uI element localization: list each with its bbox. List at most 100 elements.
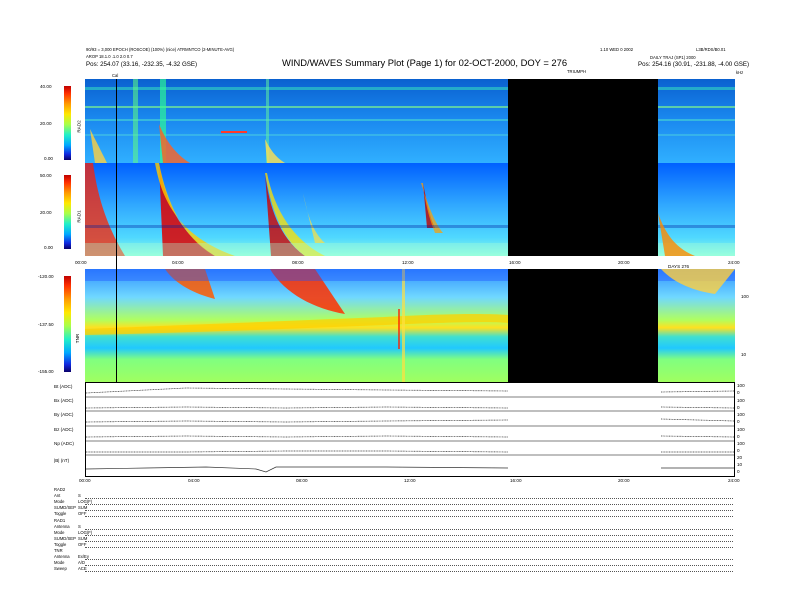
line-tick-5-0: 20 <box>737 455 743 460</box>
param-rule <box>85 504 733 505</box>
params-rad1-label-0: Antenna <box>54 524 70 529</box>
bottom-time-0: 00:00 <box>79 478 91 483</box>
line-label-3: Bz (ADC) <box>54 427 74 432</box>
rad2-data-gap <box>508 79 658 163</box>
header-right-line1b: L3B/RDS/B0.01 <box>696 47 726 52</box>
line-tick-3-1: 0 <box>737 434 740 439</box>
tnr-colorbar <box>64 276 71 372</box>
rad-time-2: 08:00 <box>292 260 304 265</box>
line-tick-0-0: 100 <box>737 383 745 388</box>
rad1-colorbar <box>64 175 71 249</box>
rad-time-3: 12:00 <box>402 260 414 265</box>
line-label-1: Bx (ADC) <box>54 398 74 403</box>
param-rule <box>85 535 733 536</box>
line-tick-2-0: 100 <box>737 412 745 417</box>
params-rad2-value-0: S <box>78 493 81 498</box>
params-rad2-label-1: Mode <box>54 499 65 504</box>
rad1-tick-0: 50.00 <box>40 173 52 178</box>
lineplots-svg <box>85 387 735 473</box>
rad-time-4: 16:00 <box>509 260 521 265</box>
bottom-time-1: 04:00 <box>188 478 200 483</box>
bottom-time-3: 12:00 <box>404 478 416 483</box>
params-tnr-label-2: Sweep <box>54 566 67 571</box>
params-rad1-value-0: S <box>78 524 81 529</box>
params-tnr-value-1: A/D <box>78 560 85 565</box>
tnr-spike-1 <box>402 269 405 382</box>
line-label-5: |B| (nT) <box>54 458 70 463</box>
center-tag: TRIUMPH <box>567 69 587 74</box>
param-rule <box>85 516 733 517</box>
line-tick-1-1: 0 <box>737 405 740 410</box>
param-rule <box>85 565 733 566</box>
line-label-4: Np (ADC) <box>54 441 74 446</box>
top-right-unit: kHz <box>736 70 744 75</box>
params-rad2-label-0: Ant <box>54 493 61 498</box>
line-tick-3-0: 100 <box>737 427 745 432</box>
line-tick-5-1: 10 <box>737 462 743 467</box>
param-rule <box>85 559 733 560</box>
rad-time-6: 24:00 <box>728 260 740 265</box>
bottom-time-5: 20:00 <box>618 478 630 483</box>
line-tick-2-1: 0 <box>737 419 740 424</box>
bmag-trace <box>85 466 734 473</box>
cal-marker-line <box>116 79 117 382</box>
line-label-2: By (ADC) <box>54 412 74 417</box>
cal-marker-label: Cal <box>112 73 119 78</box>
params-rad1-label-1: Mode <box>54 530 65 535</box>
params-tnr-label-0: Antenna <box>54 554 70 559</box>
rad2-tick-2: 0.00 <box>44 156 53 161</box>
header-right-line2: DAILY TRAJ (SP1) 2000 <box>650 55 696 60</box>
np-trace <box>86 450 734 453</box>
lineplots-frame <box>85 382 735 477</box>
bottom-time-4: 16:00 <box>510 478 522 483</box>
plot-title: WIND/WAVES Summary Plot (Page 1) for 02-… <box>282 57 568 68</box>
rad-time-5: 20:00 <box>618 260 630 265</box>
bz-trace <box>85 435 735 438</box>
line-tick-4-1: 0 <box>737 448 740 453</box>
header-position-left: Pos: 254.07 (33.16, -232.35, -4.32 GSE) <box>86 61 198 68</box>
by-trace <box>85 418 735 423</box>
rad2-tick-1: 20.00 <box>40 121 52 126</box>
tnr-right-tick-0: 100 <box>741 294 749 299</box>
rad-time-1: 04:00 <box>172 260 184 265</box>
rad2-burst-a <box>133 79 138 163</box>
params-rad1-label-3: Toggle <box>54 542 67 547</box>
tnr-spike-2 <box>398 309 400 349</box>
param-rule <box>85 571 733 572</box>
params-tnr-title: TNR <box>54 548 63 553</box>
header-info-line1: 90/93 = 3,000 EPOCH (ROSCOE) (100%) (nic… <box>86 47 235 52</box>
rad1-data-gap <box>508 163 658 256</box>
params-tnr-label-1: Mode <box>54 560 65 565</box>
tnr-label: TNR <box>75 333 81 344</box>
params-rad1-title: RAD1 <box>54 518 66 523</box>
bottom-time-6: 24:00 <box>728 478 740 483</box>
param-rule <box>85 547 733 548</box>
line-tick-1-0: 100 <box>737 398 745 403</box>
params-rad2-label-2: SUMD/SEP <box>54 505 76 510</box>
bx-trace <box>85 406 735 409</box>
tnr-data-gap <box>508 269 658 382</box>
rad1-tick-2: 0.00 <box>44 245 53 250</box>
tnr-right-tick-1: 10 <box>741 352 747 357</box>
bt-trace <box>85 387 735 394</box>
params-rad2-title: RAD2 <box>54 487 66 492</box>
line-tick-5-2: 0 <box>737 469 740 474</box>
header-right-line1: 1.10 WED 0 2002 <box>600 47 634 52</box>
rad-time-0: 00:00 <box>75 260 87 265</box>
line-tick-4-0: 100 <box>737 441 745 446</box>
line-tick-0-1: 0 <box>737 390 740 395</box>
line-label-0: Bt (ADC) <box>54 384 73 389</box>
rad2-label: RAD2 <box>76 120 82 133</box>
tnr-tick-0: -120.00 <box>38 274 54 279</box>
bottom-time-2: 08:00 <box>296 478 308 483</box>
param-rule <box>85 498 733 499</box>
params-rad2-label-3: Toggle <box>54 511 67 516</box>
param-rule <box>85 541 733 542</box>
tnr-tick-1: -137.50 <box>38 322 54 327</box>
rad1-label: RAD1 <box>76 210 82 223</box>
header-info-line2: AROP 18.1.0 .1.0 2.0 0.7 <box>86 54 133 59</box>
params-rad1-label-2: SUMD/SEP <box>54 536 76 541</box>
tnr-tick-2: -155.00 <box>38 369 54 374</box>
param-rule <box>85 529 733 530</box>
header-position-right: Pos: 254.16 (30.91, -231.88, -4.00 GSE) <box>638 61 750 68</box>
